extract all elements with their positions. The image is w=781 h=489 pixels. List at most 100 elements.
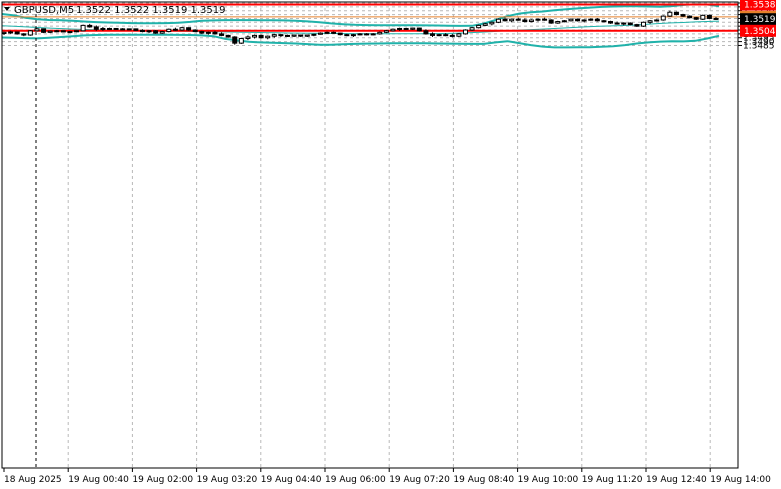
candle-bull bbox=[357, 33, 363, 36]
candle-bull bbox=[700, 14, 706, 20]
candle-bull bbox=[370, 33, 376, 36]
chart-background bbox=[0, 0, 781, 489]
x-tick-label: 19 Aug 06:00 bbox=[325, 475, 386, 485]
candle-bull bbox=[317, 32, 323, 35]
candle-bear bbox=[614, 22, 620, 25]
candle-bull bbox=[1, 31, 7, 34]
candle-bear bbox=[14, 31, 20, 35]
candle-bear bbox=[423, 30, 429, 35]
candle-bear bbox=[298, 34, 304, 37]
candle-bull bbox=[667, 11, 673, 17]
candle-bear bbox=[522, 19, 528, 23]
candle-bear bbox=[416, 27, 422, 32]
x-tick-label: 19 Aug 04:40 bbox=[261, 475, 322, 485]
candle-bull bbox=[304, 34, 310, 37]
candle-bear bbox=[153, 30, 159, 34]
candle-bull bbox=[100, 27, 106, 30]
x-tick-label: 19 Aug 12:40 bbox=[646, 475, 707, 485]
candle-bear bbox=[687, 15, 693, 19]
candle-bear bbox=[258, 34, 264, 39]
candle-bull bbox=[456, 33, 462, 37]
candle-bear bbox=[225, 34, 231, 38]
candle-bear bbox=[139, 29, 145, 33]
candle-bull bbox=[640, 21, 646, 27]
candle-bear bbox=[284, 34, 290, 37]
candle-bear bbox=[673, 11, 679, 16]
candle-bull bbox=[495, 18, 501, 23]
candle-bear bbox=[403, 27, 409, 30]
candle-bull bbox=[252, 34, 258, 38]
candle-bull bbox=[27, 30, 33, 36]
candle-bull bbox=[390, 28, 396, 32]
candle-bear bbox=[232, 36, 238, 44]
candle-bull bbox=[54, 30, 60, 33]
candle-bull bbox=[8, 31, 14, 34]
candle-bull bbox=[528, 19, 534, 23]
candle-bull bbox=[245, 36, 251, 40]
candle-bull bbox=[436, 34, 442, 37]
candle-bull bbox=[489, 21, 495, 25]
candle-bear bbox=[575, 18, 581, 22]
candle-bear bbox=[693, 17, 699, 20]
candle-bear bbox=[542, 18, 548, 21]
candle-bull bbox=[34, 28, 40, 32]
candle-bull bbox=[238, 38, 244, 44]
candle-bear bbox=[443, 34, 449, 37]
candle-bull bbox=[509, 18, 515, 22]
candle-bear bbox=[113, 27, 119, 30]
x-tick-label: 19 Aug 10:00 bbox=[518, 475, 579, 485]
candle-bull bbox=[482, 23, 488, 26]
candle-bear bbox=[548, 19, 554, 24]
candle-bear bbox=[713, 17, 719, 20]
candle-bear bbox=[680, 14, 686, 17]
price-tag-label: 1.3538 bbox=[744, 1, 776, 11]
candle-bear bbox=[449, 34, 455, 37]
candle-bear bbox=[634, 24, 640, 27]
price-tag-label: 1.3504 bbox=[744, 27, 776, 37]
candle-bull bbox=[535, 18, 541, 21]
candle-bull bbox=[159, 31, 165, 34]
candle-bull bbox=[47, 30, 53, 33]
x-tick-label: 19 Aug 02:00 bbox=[132, 475, 193, 485]
candle-bull bbox=[383, 30, 389, 33]
price-tag-label: 1.3519 bbox=[744, 15, 776, 25]
candle-bear bbox=[278, 34, 284, 37]
candle-bull bbox=[126, 28, 132, 31]
candle-bull bbox=[621, 22, 627, 25]
candle-bear bbox=[706, 14, 712, 19]
candle-bear bbox=[172, 28, 178, 31]
price-tags: 1.35381.35221.35191.3504 bbox=[740, 0, 776, 37]
candle-bear bbox=[192, 29, 198, 33]
x-tick-label: 19 Aug 07:20 bbox=[389, 475, 450, 485]
candle-bull bbox=[654, 19, 660, 22]
candle-bull bbox=[265, 35, 271, 39]
x-tick-label: 19 Aug 11:20 bbox=[582, 475, 643, 485]
candle-bull bbox=[311, 33, 317, 36]
candle-bear bbox=[364, 33, 370, 36]
candle-bear bbox=[219, 33, 225, 36]
candle-bull bbox=[469, 27, 475, 31]
candle-bear bbox=[594, 18, 600, 22]
candle-bull bbox=[588, 18, 594, 21]
symbol-label: GBPUSD,M5 bbox=[14, 5, 74, 16]
candle-bull bbox=[647, 20, 653, 23]
candle-bull bbox=[660, 15, 666, 21]
candle-bear bbox=[199, 31, 205, 34]
candle-bull bbox=[555, 21, 561, 24]
candle-bull bbox=[324, 31, 330, 34]
candle-bull bbox=[146, 30, 152, 33]
x-tick-label: 19 Aug 14:00 bbox=[710, 475, 771, 485]
candle-bear bbox=[344, 34, 350, 37]
candle-bull bbox=[74, 30, 80, 33]
candle-bear bbox=[515, 18, 521, 21]
candle-bear bbox=[133, 28, 139, 31]
chart-header: GBPUSD,M5 1.3522 1.3522 1.3519 1.3519 bbox=[4, 5, 226, 16]
candle-bear bbox=[608, 21, 614, 24]
candle-bull bbox=[106, 27, 112, 30]
y-tick-label: 1.3485 bbox=[743, 41, 775, 51]
price-chart[interactable]: 1.35401.35351.35301.35251.35201.35151.35… bbox=[0, 0, 781, 489]
candle-bull bbox=[397, 27, 403, 30]
candle-bear bbox=[212, 31, 218, 35]
candle-bear bbox=[186, 27, 192, 31]
x-tick-label: 19 Aug 08:40 bbox=[453, 475, 514, 485]
